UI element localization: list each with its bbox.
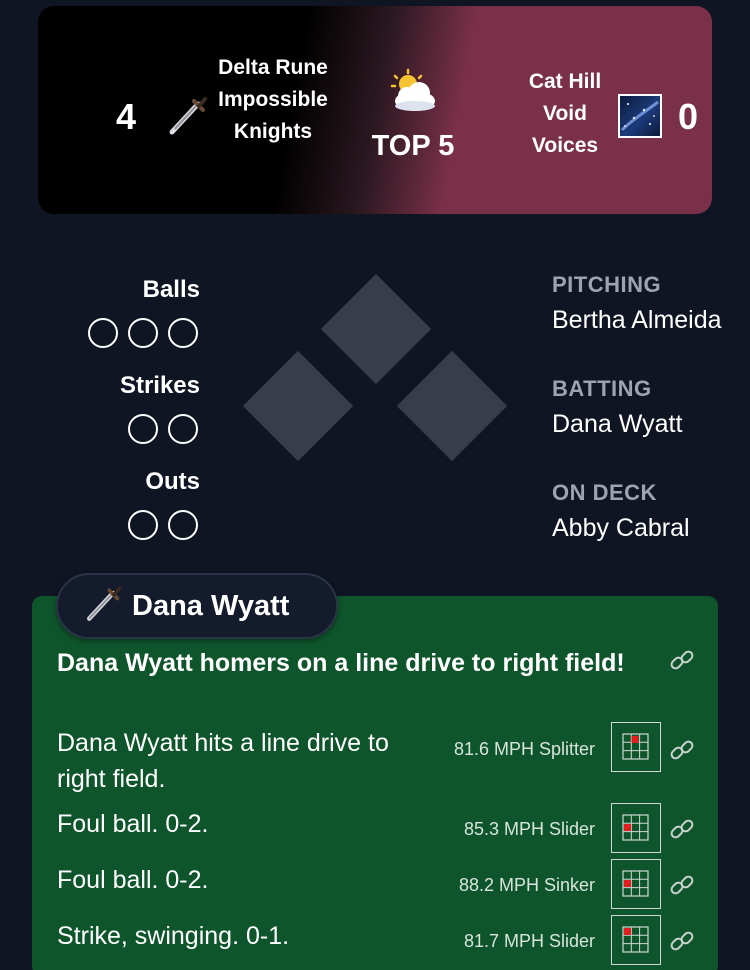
dagger-icon <box>164 94 208 138</box>
batting-label: BATTING <box>552 376 652 401</box>
strike-circle <box>168 414 198 444</box>
strike-zone-icon[interactable] <box>611 915 661 965</box>
strike-circle <box>128 414 158 444</box>
out-circle <box>168 510 198 540</box>
event-text: Strike, swinging. 0-1. <box>57 922 290 950</box>
sun-behind-cloud-icon <box>388 68 438 118</box>
strike-zone-icon[interactable] <box>611 803 661 853</box>
link-icon[interactable] <box>668 815 696 843</box>
pitch-info: 88.2 MPH Sinker <box>458 875 595 895</box>
third-base <box>242 350 354 462</box>
home-team-name[interactable]: Cat Hill Void Voices <box>508 66 622 162</box>
outs-indicator <box>128 510 198 540</box>
link-icon[interactable] <box>668 736 696 764</box>
current-batter-name: Dana Wyatt <box>132 589 290 622</box>
night-sky-icon <box>618 94 662 138</box>
strike-zone-icon[interactable] <box>611 859 661 909</box>
inning-indicator: TOP 5 <box>371 130 455 162</box>
link-icon[interactable] <box>668 871 696 899</box>
current-batter-pill[interactable]: Dana Wyatt <box>56 573 338 639</box>
on-deck-name[interactable]: Abby Cabral <box>552 514 690 543</box>
pitcher-name[interactable]: Bertha Almeida <box>552 306 722 335</box>
second-base <box>320 273 432 385</box>
outs-label: Outs <box>145 468 200 495</box>
event-text: Foul ball. 0-2. <box>57 810 209 838</box>
strikes-indicator <box>128 414 198 444</box>
balls-indicator <box>88 318 198 348</box>
pitch-info: 81.7 MPH Slider <box>463 931 595 951</box>
scoreboard: 4 Delta Rune Impossible Knights TOP 5 Ca <box>38 6 712 214</box>
ball-circle <box>168 318 198 348</box>
away-team-name[interactable]: Delta Rune Impossible Knights <box>206 52 340 148</box>
ball-circle <box>128 318 158 348</box>
event-text: Foul ball. 0-2. <box>57 866 209 894</box>
first-base <box>396 350 508 462</box>
home-score: 0 <box>678 96 699 137</box>
batter-name[interactable]: Dana Wyatt <box>552 410 682 439</box>
ball-circle <box>88 318 118 348</box>
balls-label: Balls <box>142 276 200 303</box>
event-text: Dana Wyatt hits a line drive to right fi… <box>57 729 389 793</box>
play-headline: Dana Wyatt homers on a line drive to rig… <box>57 649 625 677</box>
link-icon[interactable] <box>668 646 696 674</box>
away-score: 4 <box>116 96 137 137</box>
link-icon[interactable] <box>668 927 696 955</box>
dagger-icon <box>82 584 122 629</box>
pitch-info: 81.6 MPH Splitter <box>453 739 595 759</box>
strikes-label: Strikes <box>119 372 200 399</box>
pitching-label: PITCHING <box>552 272 662 297</box>
pitch-info: 85.3 MPH Slider <box>463 819 595 839</box>
on-deck-label: ON DECK <box>552 480 657 505</box>
strike-zone-icon[interactable] <box>611 722 661 772</box>
out-circle <box>128 510 158 540</box>
